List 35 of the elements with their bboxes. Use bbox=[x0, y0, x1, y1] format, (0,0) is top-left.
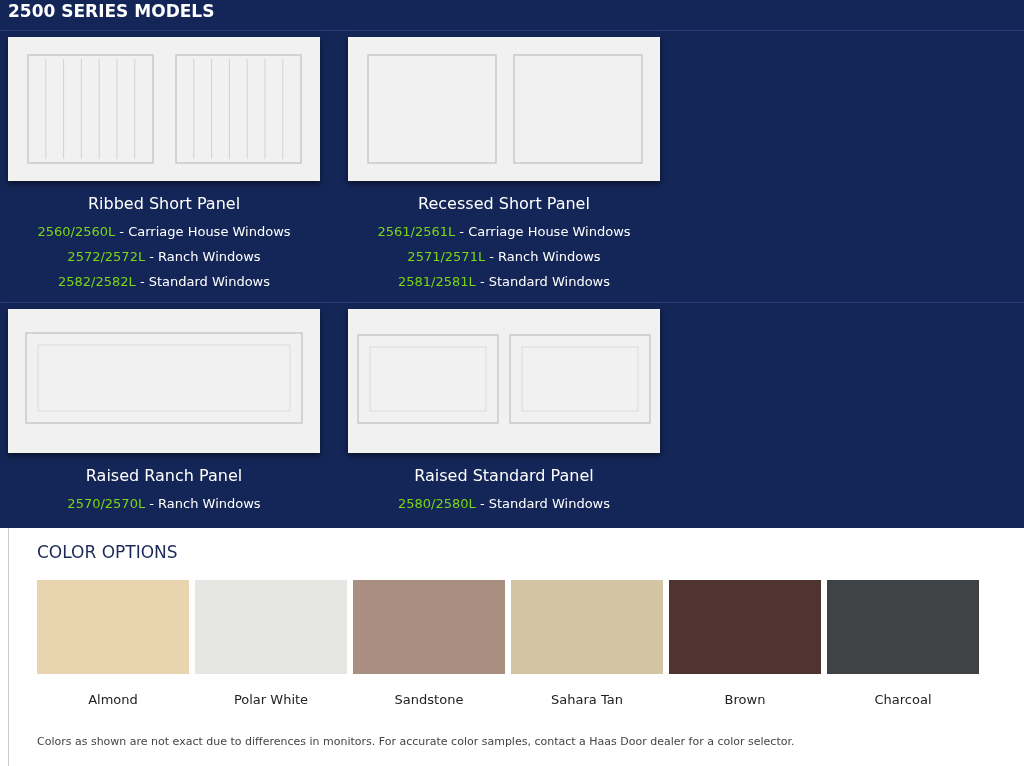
color-swatch[interactable] bbox=[669, 580, 821, 674]
model-number: 2581/2581L bbox=[397, 274, 476, 289]
section-title: COLOR OPTIONS bbox=[37, 542, 179, 562]
model-number: 2571/2571L bbox=[407, 249, 486, 264]
model-name: Ribbed Short Panel bbox=[87, 194, 241, 213]
model-description: - Standard Windows bbox=[479, 496, 611, 511]
color-name: Sandstone bbox=[394, 692, 464, 707]
section-title: 2500 SERIES MODELS bbox=[0, 0, 1024, 31]
model-description: - Ranch Windows bbox=[149, 249, 261, 264]
model-name: Raised Standard Panel bbox=[414, 466, 594, 485]
model-description: - Carriage House Windows bbox=[119, 224, 291, 239]
model-number: 2580/2580L bbox=[397, 496, 476, 511]
color-swatch[interactable] bbox=[195, 580, 347, 674]
model-description: - Ranch Windows bbox=[149, 496, 261, 511]
model-description: - Ranch Windows bbox=[489, 249, 601, 264]
color-swatch[interactable] bbox=[827, 580, 979, 674]
model-name: Recessed Short Panel bbox=[418, 194, 590, 213]
model-number: 2582/2582L bbox=[57, 274, 136, 289]
model-description: - Standard Windows bbox=[479, 274, 611, 289]
model-number: 2561/2561L bbox=[377, 224, 456, 239]
model-description: - Carriage House Windows bbox=[459, 224, 631, 239]
color-swatch[interactable] bbox=[353, 580, 505, 674]
color-name: Charcoal bbox=[874, 692, 932, 707]
model-description: - Standard Windows bbox=[139, 274, 271, 289]
model-number: 2570/2570L bbox=[67, 496, 146, 511]
color-name: Sahara Tan bbox=[551, 692, 623, 707]
color-name: Almond bbox=[88, 692, 138, 707]
model-number: 2572/2572L bbox=[67, 249, 146, 264]
color-name: Brown bbox=[724, 692, 766, 707]
color-swatch[interactable] bbox=[37, 580, 189, 674]
model-number: 2560/2560L bbox=[37, 224, 116, 239]
model-name: Raised Ranch Panel bbox=[85, 466, 243, 485]
disclaimer-text: Colors as shown are not exact due to differences in monitors. For accurate color samples, contact a Haas Door dealer for a color selector. bbox=[37, 735, 796, 748]
color-swatch[interactable] bbox=[511, 580, 663, 674]
color-name: Polar White bbox=[233, 692, 309, 707]
